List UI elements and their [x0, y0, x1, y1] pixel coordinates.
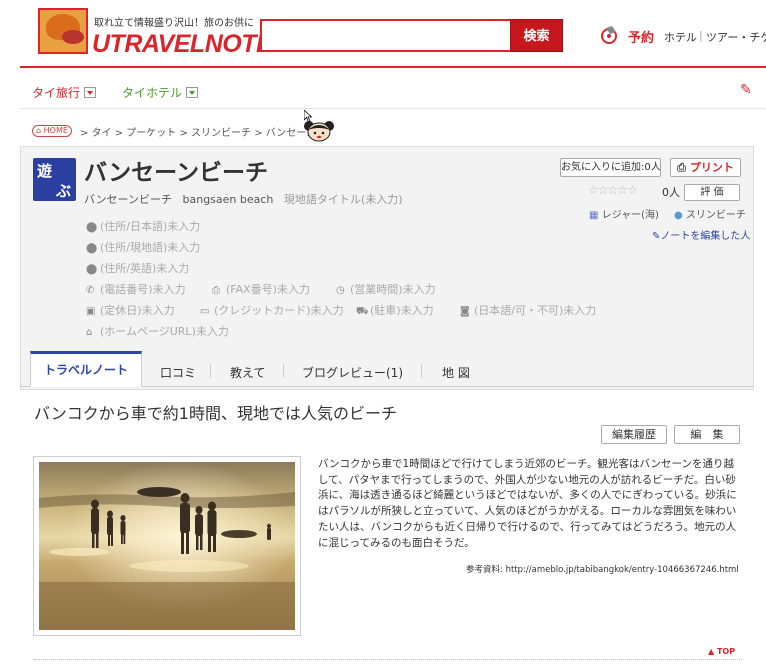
location-pin-icon: ⬤	[86, 222, 98, 233]
tag-category[interactable]: ▦ レジャー(海)	[589, 206, 659, 221]
info-hours: ◷ (営業時間)未入力	[336, 281, 436, 297]
info-holiday: ▣ (定休日)未入力	[86, 302, 175, 318]
location-pin-icon: ⬤	[86, 264, 98, 275]
nav-tai-hotel-label: タイホテル	[122, 86, 183, 100]
info-address-en-text: (住所/英語)未入力	[100, 262, 190, 275]
edit-button[interactable]: 編 集	[674, 425, 740, 444]
info-credit: ▭ (クレジットカード)未入力	[200, 302, 344, 318]
car-icon: ⛟	[356, 306, 369, 317]
print-button[interactable]: ⎙ プリント	[670, 158, 741, 177]
info-credit-text: (クレジットカード)未入力	[214, 304, 344, 317]
page-subtitle: バンセーンビーチ bangsaen beach 現地語タイトル(未入力)	[84, 191, 403, 207]
rating-count: 0人	[662, 186, 680, 199]
nav-tai-travel-label: タイ旅行	[32, 86, 81, 100]
subtitle-en: bangsaen beach	[182, 193, 274, 206]
info-hours-text: (営業時間)未入力	[350, 283, 436, 296]
logo-tagline: 取れ立て情報盛り沢山！旅のお供に	[94, 18, 254, 29]
rating-stars: ☆☆☆☆☆	[588, 183, 638, 197]
info-japanese-text: (日本語/可・不可)未入力	[474, 304, 597, 317]
category-char-1: 遊	[37, 162, 53, 180]
nav-tai-hotel[interactable]: タイホテル	[122, 84, 199, 101]
info-fax-text: (FAX番号)未入力	[226, 283, 310, 296]
phone-icon: ✆	[86, 285, 95, 296]
page-title: バンセーンビーチ	[84, 160, 268, 186]
pin-icon: ●	[674, 210, 683, 221]
back-to-top-link[interactable]: ▲ TOP	[708, 647, 735, 656]
breadcrumb-home[interactable]: ⌂ HOME	[32, 125, 72, 137]
home-icon: ⌂	[86, 327, 93, 338]
tab-separator	[210, 364, 211, 378]
breadcrumb-home-label: HOME	[43, 126, 68, 135]
search-input[interactable]	[260, 19, 512, 52]
tab-travel-note[interactable]: トラベルノート	[30, 351, 142, 387]
tab-ask[interactable]: 教えて	[230, 364, 265, 381]
edit-people-label: ノートを編集した人	[660, 231, 751, 242]
info-phone: ✆ (電話番号)未入力	[86, 281, 186, 297]
mascot-icon	[304, 121, 334, 142]
nav-divider	[20, 108, 766, 109]
info-phone-text: (電話番号)未入力	[100, 283, 186, 296]
header-link-hotel[interactable]: ホテル	[664, 29, 697, 45]
printer-icon: ⎙	[677, 161, 686, 174]
print-label: プリント	[689, 161, 734, 174]
grid-icon: ▦	[589, 210, 599, 221]
add-favorite-button[interactable]: お気に入りに追加:0人	[560, 158, 661, 177]
reference-link[interactable]: 参考資料: http://ameblo.jp/tabibangkok/entry…	[466, 563, 739, 575]
tag-area[interactable]: ● スリンビーチ	[674, 206, 746, 221]
info-homepage: ⌂ (ホームページURL)未入力	[86, 323, 229, 339]
tab-map[interactable]: 地 図	[442, 364, 470, 381]
reserve-label[interactable]: 予約	[628, 27, 654, 46]
info-address-jp-text: (住所/日本語)未入力	[100, 220, 201, 233]
subtitle-jp: バンセーンビーチ	[84, 193, 172, 206]
info-address-jp: ⬤ (住所/日本語)未入力	[86, 218, 200, 234]
category-char-2: ぶ	[56, 182, 72, 200]
fax-icon: ⎙	[212, 285, 220, 296]
nav-tai-travel[interactable]: タイ旅行	[32, 84, 97, 101]
edit-history-button[interactable]: 編集履歴	[601, 425, 667, 444]
search-button[interactable]: 検索	[510, 19, 563, 52]
language-icon: ◙	[460, 306, 470, 317]
tab-separator	[283, 364, 284, 378]
info-holiday-text: (定休日)未入力	[100, 304, 175, 317]
credit-card-icon: ▭	[200, 306, 210, 317]
header-link-tour[interactable]: ツアー・チケ	[706, 29, 766, 45]
rate-button[interactable]: 評 価	[684, 184, 740, 201]
info-homepage-text: (ホームページURL)未入力	[100, 325, 229, 338]
pencil-icon[interactable]: ✎	[740, 82, 752, 98]
beach-photo[interactable]	[39, 462, 295, 630]
chevron-down-icon[interactable]	[84, 87, 97, 98]
content-divider	[34, 659, 742, 660]
info-japanese: ◙ (日本語/可・不可)未入力	[460, 302, 596, 318]
chevron-down-icon[interactable]	[186, 87, 199, 98]
breadcrumb[interactable]: > タイ > プーケット > スリンビーチ > バンセーン	[80, 124, 316, 139]
info-fax: ⎙ (FAX番号)未入力	[212, 281, 310, 297]
logo-text[interactable]: UTRAVELNOTE	[92, 30, 273, 59]
reserve-icon	[601, 26, 617, 44]
tab-blog-review[interactable]: ブログレビュー(1)	[302, 364, 403, 381]
location-pin-icon: ⬤	[86, 243, 98, 254]
edit-people-link[interactable]: ✎ノートを編集した人	[652, 227, 750, 242]
header-divider	[20, 66, 766, 68]
tab-separator	[421, 364, 422, 378]
content-title: バンコクから車で約1時間、現地では人気のビーチ	[34, 404, 397, 423]
info-address-local-text: (住所/現地語)未入力	[100, 241, 201, 254]
header-separator: |	[699, 29, 703, 42]
tab-reviews[interactable]: 口コミ	[160, 364, 196, 381]
info-parking: ⛟(駐車)未入力	[356, 302, 434, 319]
content-body: バンコクから車で1時間ほどで行けてしまう近郊のビーチ。観光客はバンセーンを通り越…	[318, 458, 737, 549]
subtitle-local: 現地語タイトル(未入力)	[283, 193, 403, 206]
holiday-icon: ▣	[86, 306, 96, 317]
info-address-en: ⬤ (住所/英語)未入力	[86, 260, 189, 276]
tag-area-label: スリンビーチ	[685, 210, 746, 221]
tag-category-label: レジャー(海)	[601, 210, 659, 221]
logo-fox-tail-icon	[62, 30, 84, 44]
info-parking-text: (駐車)未入力	[370, 304, 434, 317]
clock-icon: ◷	[336, 285, 345, 296]
info-address-local: ⬤ (住所/現地語)未入力	[86, 239, 200, 255]
